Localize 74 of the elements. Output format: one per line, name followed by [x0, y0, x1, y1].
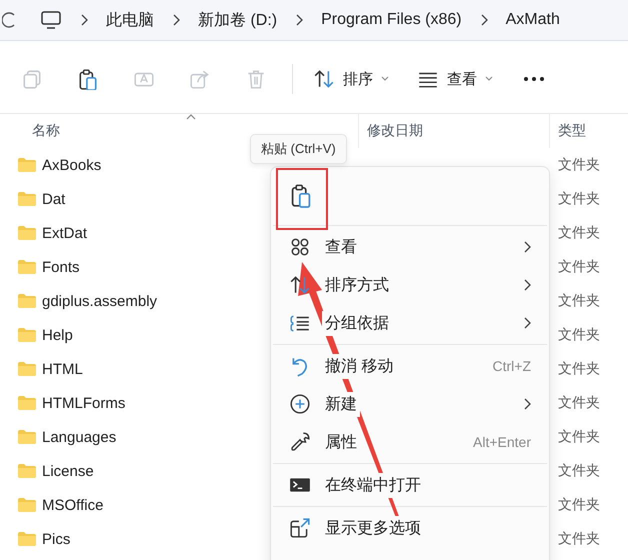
- column-header[interactable]: 修改日期: [359, 114, 550, 148]
- folder-icon: [18, 328, 36, 342]
- menu-item[interactable]: 撤消 移动 Ctrl+Z: [271, 347, 549, 385]
- folder-icon: [18, 464, 36, 478]
- file-type: 文件夹: [558, 530, 600, 548]
- file-type: 文件夹: [558, 190, 600, 208]
- file-name[interactable]: MSOffice: [42, 496, 104, 514]
- clipboard-icon: [77, 68, 99, 90]
- folder-icon: [18, 396, 36, 410]
- chevron-icon: [295, 14, 304, 26]
- menu-item[interactable]: 查看: [271, 228, 549, 266]
- menu-item[interactable]: 属性 Alt+Enter: [271, 423, 549, 461]
- menu-item[interactable]: 分组依据: [271, 304, 549, 342]
- file-name[interactable]: Help: [42, 326, 73, 344]
- menu-item[interactable]: 在终端中打开: [271, 466, 549, 504]
- clipboard-icon: [289, 182, 313, 208]
- column-header[interactable]: 类型: [550, 114, 586, 148]
- folder-icon: [18, 430, 36, 444]
- wrench-icon: [289, 431, 311, 453]
- file-type: 文件夹: [558, 360, 600, 378]
- folder-icon: [18, 158, 36, 172]
- file-type: 文件夹: [558, 428, 600, 446]
- menu-item-label: 新建: [322, 392, 360, 416]
- file-name[interactable]: HTML: [42, 360, 83, 378]
- file-type: 文件夹: [558, 326, 600, 344]
- file-type: 文件夹: [558, 462, 600, 480]
- folder-icon: [18, 260, 36, 274]
- file-name[interactable]: Fonts: [42, 258, 80, 276]
- sort-icon: [289, 274, 311, 296]
- copy-icon: [21, 68, 43, 90]
- plus-circle-icon: [289, 393, 311, 415]
- folder-icon: [18, 532, 36, 546]
- file-name[interactable]: ExtDat: [42, 224, 88, 242]
- sort-icon: [313, 68, 335, 90]
- breadcrumb-item[interactable]: AxMath: [506, 11, 560, 29]
- file-name[interactable]: HTMLForms: [42, 394, 126, 412]
- file-type: 文件夹: [558, 394, 600, 412]
- file-name[interactable]: AxBooks: [42, 156, 102, 174]
- file-type: 文件夹: [558, 292, 600, 310]
- view-button[interactable]: 查看: [403, 61, 507, 97]
- share-icon: [189, 68, 211, 90]
- file-type: 文件夹: [558, 496, 600, 514]
- more-icon: [524, 77, 544, 81]
- folder-icon: [18, 192, 36, 206]
- breadcrumb-item[interactable]: 此电脑: [106, 10, 154, 30]
- menu-item[interactable]: 显示更多选项: [271, 509, 549, 547]
- breadcrumb-item[interactable]: 新加卷 (D:): [198, 10, 278, 30]
- grid-icon: [289, 236, 311, 258]
- caret-icon: [381, 76, 389, 82]
- file-name[interactable]: gdiplus.assembly: [42, 292, 158, 310]
- menu-item[interactable]: 新建: [271, 385, 549, 423]
- file-name[interactable]: License: [42, 462, 94, 480]
- file-type: 文件夹: [558, 258, 600, 276]
- breadcrumb-item[interactable]: Program Files (x86): [321, 11, 462, 29]
- file-name[interactable]: Dat: [42, 190, 66, 208]
- folder-icon: [18, 362, 36, 376]
- folder-icon: [18, 226, 36, 240]
- tooltip: 粘贴 (Ctrl+V): [250, 134, 347, 164]
- chevron-icon: [172, 14, 180, 26]
- chevron-icon: [480, 14, 488, 26]
- monitor-icon: [40, 10, 62, 30]
- caret-icon: [485, 76, 493, 82]
- file-name[interactable]: Languages: [42, 428, 116, 446]
- shortcut-text: Alt+Enter: [473, 434, 531, 450]
- refresh-icon: [2, 10, 16, 30]
- folder-icon: [18, 498, 36, 512]
- folder-icon: [18, 294, 36, 308]
- file-name[interactable]: Pics: [42, 530, 70, 548]
- file-type: 文件夹: [558, 224, 600, 242]
- open-window-icon: [289, 517, 311, 539]
- sort-button[interactable]: 排序: [299, 61, 403, 97]
- shortcut-text: Ctrl+Z: [492, 358, 531, 374]
- file-type: 文件夹: [558, 156, 600, 174]
- chevron-icon: [80, 14, 88, 26]
